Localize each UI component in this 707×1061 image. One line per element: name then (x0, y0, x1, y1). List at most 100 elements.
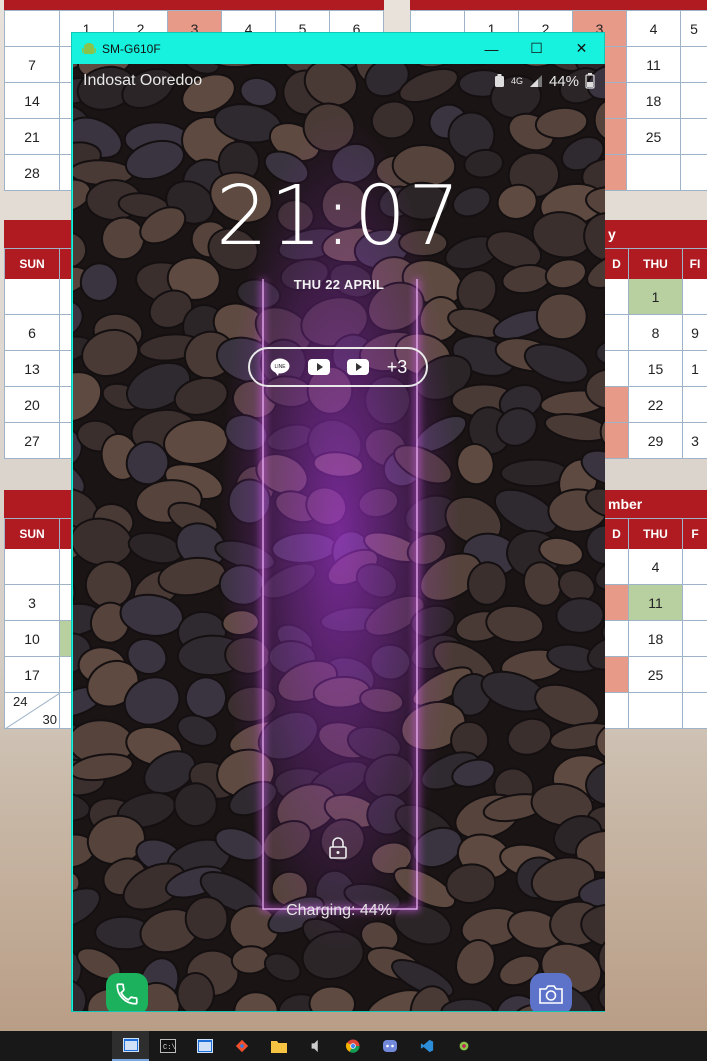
cal-cell: 3 (683, 423, 707, 459)
cal-cell: 3 (5, 585, 60, 621)
day-header: FI (683, 249, 707, 279)
cal-cell (5, 279, 60, 315)
cal-split-cell: 24 30 (5, 693, 60, 729)
cal-cell: 25 (627, 119, 681, 155)
cal-cell: 7 (5, 47, 60, 83)
taskbar-android-icon[interactable] (445, 1031, 482, 1061)
clock-hours: 21 (215, 169, 325, 264)
cal-cell: 9 (683, 315, 707, 351)
cal-cell: 20 (5, 387, 60, 423)
cal-cell: 17 (5, 657, 60, 693)
cal-cell: 14 (5, 83, 60, 119)
cal-cell: 4 (627, 11, 681, 47)
calendar-header-strip (4, 0, 384, 10)
close-button[interactable]: ✕ (559, 33, 604, 64)
youtube-icon (347, 359, 370, 375)
cal-cell: 21 (5, 119, 60, 155)
cal-cell: 29 (629, 423, 683, 459)
carrier-name: Indosat Ooredoo (83, 72, 203, 89)
youtube-icon (308, 359, 331, 375)
month-bar-right: y (604, 220, 707, 248)
window-titlebar[interactable]: SM-G610F — ☐ ✕ (72, 33, 604, 64)
battery-icon (585, 73, 595, 89)
day-header: F (683, 519, 707, 549)
cal-cell: 25 (629, 657, 683, 693)
cal-cell: 13 (5, 351, 60, 387)
cal-cell: 27 (5, 423, 60, 459)
battery-percent: 44% (548, 72, 579, 90)
cal-cell: 6 (5, 315, 60, 351)
phone-shortcut-button[interactable] (106, 973, 148, 1011)
charging-status: Charging: 44% (286, 902, 392, 919)
maximize-button[interactable]: ☐ (514, 33, 559, 64)
cal-cell: 22 (629, 387, 683, 423)
more-notifications-count: +3 (386, 356, 408, 377)
taskbar-audio-icon[interactable] (297, 1031, 334, 1061)
taskbar-folder-icon[interactable] (260, 1031, 297, 1061)
day-header-sun: SUN (5, 249, 60, 279)
day-header: D (605, 519, 629, 549)
camera-shortcut-button[interactable] (530, 973, 572, 1011)
clock-colon: : (324, 169, 354, 264)
signal-icon (529, 75, 542, 87)
battery-saver-icon (494, 74, 504, 87)
cal-cell: 11 (629, 585, 683, 621)
notification-icons-pill[interactable]: LINE +3 (248, 347, 428, 387)
cal-cell: 8 (629, 315, 683, 351)
month-label: y (608, 226, 616, 242)
phone-screen[interactable]: Indosat Ooredoo 4G 44% 21:07 THU 22 APRI… (73, 64, 605, 1011)
android-icon (82, 42, 96, 54)
windows-taskbar: C:\ (0, 1031, 707, 1061)
calendar-bot-right: D THU F 4 11 18 25 (604, 518, 707, 729)
cal-cell: 1 (683, 351, 707, 387)
taskbar-git-icon[interactable] (223, 1031, 260, 1061)
clock-minutes: 07 (353, 169, 463, 264)
month-bar (4, 220, 72, 248)
taskbar-window-icon-2[interactable] (186, 1031, 223, 1061)
minimize-button[interactable]: — (469, 33, 514, 64)
camera-icon (539, 985, 563, 1004)
stone (499, 458, 569, 488)
svg-text:C:\: C:\ (163, 1044, 176, 1052)
cal-cell (683, 387, 707, 423)
network-type: 4G (510, 76, 523, 86)
day-header-thu: THU (629, 249, 683, 279)
line-app-icon: LINE (269, 358, 291, 376)
cal-cell: 10 (5, 621, 60, 657)
cal-cell: 15 (629, 351, 683, 387)
taskbar-vscode-icon[interactable] (408, 1031, 445, 1061)
day-header-sun: SUN (5, 519, 60, 549)
cal-cell (5, 11, 60, 47)
month-bar (4, 490, 72, 518)
diagonal-line (5, 693, 60, 729)
cal-cell (683, 279, 707, 315)
cal-cell: 1 (629, 279, 683, 315)
calendar-mid-left: SUN 6 13 20 27 (4, 248, 73, 459)
calendar-mid-right: D THU FI 1 89 15 1 22 29 3 (604, 248, 707, 459)
month-label: mber (608, 496, 643, 512)
emulator-window[interactable]: SM-G610F — ☐ ✕ Indosat Ooredoo 4G 44% 21… (71, 32, 605, 1012)
status-bar: Indosat Ooredoo 4G 44% (83, 70, 595, 92)
day-header-thu: THU (629, 519, 683, 549)
taskbar-cmd-icon[interactable]: C:\ (149, 1031, 186, 1061)
cal-cell: 4 (629, 549, 683, 585)
cal-cell: 18 (629, 621, 683, 657)
cal-cell (5, 549, 60, 585)
day-header: D (605, 249, 629, 279)
taskbar-chrome-icon[interactable] (334, 1031, 371, 1061)
cal-cell: 28 (5, 155, 60, 191)
stone (176, 972, 215, 1011)
lock-icon (329, 837, 347, 859)
cal-cell: 11 (627, 47, 681, 83)
taskbar-window-icon[interactable] (112, 1031, 149, 1061)
cal-cell: 18 (627, 83, 681, 119)
phone-icon (116, 983, 138, 1005)
calendar-bot-left: SUN 3 10 17 24 30 (4, 518, 73, 729)
calendar-header-strip-right (410, 0, 707, 10)
taskbar-discord-icon[interactable] (371, 1031, 408, 1061)
cal-cell: 5 (681, 11, 707, 47)
lockscreen-date: THU 22 APRIL (293, 277, 385, 292)
window-title: SM-G610F (102, 41, 161, 56)
month-bar-right: mber (604, 490, 707, 518)
svg-text:LINE: LINE (274, 364, 286, 370)
